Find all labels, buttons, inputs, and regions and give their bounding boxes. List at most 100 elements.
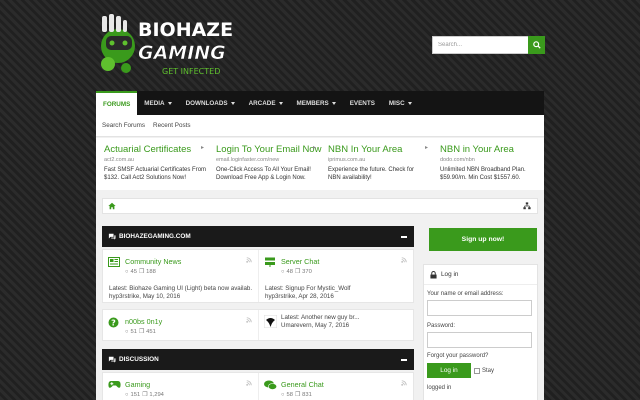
forum-gaming[interactable]: Gaming ○ 151 ❐ 1,294 [103,373,258,400]
ad-line: Fast SMSF Actuarial Certificates From [104,167,207,173]
search-input[interactable] [432,36,528,54]
latest-author[interactable]: Umarevern, May 7, 2016 [281,322,407,330]
forum-latest-panel[interactable]: Latest: Another new guy br... Umarevern, … [258,310,413,340]
nav-events[interactable]: EVENTS [343,91,382,115]
latest-title[interactable]: Latest: Biohaze Gaming UI (Light) beta n… [109,285,252,293]
nav-forums[interactable]: FORUMS [96,91,138,115]
ad-item[interactable]: Login To Your Email Now email.loginfaste… [208,138,321,190]
rss-icon[interactable] [246,317,252,323]
forum-general-chat[interactable]: General Chat ○ 58 ❐ 831 [258,373,413,400]
collapse-icon[interactable] [401,236,407,238]
forum-stats: ○ 151 ❐ 1,294 [125,392,252,398]
thread-count: 51 [130,329,137,335]
forum-noobs-only[interactable]: ? n00bs 0n1y ○ 51 ❐ 451 [103,310,258,340]
ad-item[interactable]: NBN In Your Area iprimus.com.au Experien… [320,138,432,190]
login-title: Log in [441,271,459,278]
sitemap-icon[interactable] [523,202,531,210]
category-header-discussion[interactable]: DISCUSSION [102,349,414,370]
gamepad-icon [108,381,121,388]
caret-down-icon [167,101,172,105]
ad-text: Unlimited NBN Broadband Plan. $59.90/m. M… [440,166,544,182]
nav-downloads[interactable]: DOWNLOADS [179,91,242,115]
avatar[interactable] [264,315,277,328]
forum-community-news[interactable]: Community News ○ 45 ❐ 188 Latest: Biohaze … [103,250,258,302]
ad-line: Download Free App & Login Now. [216,175,306,181]
ad-line: Unlimited NBN Broadband Plan. [440,167,526,173]
stay-logged-checkbox[interactable] [474,367,480,374]
ad-title[interactable]: Login To Your Email Now [216,144,321,155]
message-count: 831 [302,392,312,398]
stay-label: Stay [482,367,495,374]
search-button[interactable] [528,36,545,54]
chevron-right-icon[interactable]: ▸ [201,144,204,151]
comments-icon [108,356,116,363]
ad-line: $59.90/m. Min Cost $1557.60. [440,175,521,181]
messages-icon: ❐ [138,269,145,275]
ad-text: Experience the future. Check for NBN avai… [328,166,432,182]
ad-item[interactable]: NBN in Your Area dodo.com/nbn Unlimited … [432,138,544,190]
latest-title[interactable]: Latest: Signup For Mystic_Wolf [265,285,407,293]
latest-title[interactable]: Latest: Another new guy br... [281,314,407,322]
rss-icon[interactable] [401,257,407,263]
threads-icon: ○ [281,392,285,398]
latest-author[interactable]: hyp3rstrike, May 10, 2016 [109,293,252,301]
username-field[interactable] [427,300,532,316]
login-button[interactable]: Log in [427,363,471,378]
nav-label: MISC [388,99,405,107]
latest-author[interactable]: hyp3rstrike, Apr 28, 2016 [265,293,407,301]
name-label: Your name or email address: [427,291,504,297]
messages-icon: ❐ [294,269,301,275]
caret-down-icon [407,101,412,105]
ad-item[interactable]: Actuarial Certificates act2.com.au Fast … [96,138,208,190]
svg-text:?: ? [111,318,116,327]
forum-stats: ○ 51 ❐ 451 [125,329,252,335]
category-header-biohazegaming[interactable]: BIOHAZEGAMING.COM [102,226,414,247]
nav-label: EVENTS [349,99,375,107]
chevron-right-icon[interactable]: ▸ [425,144,428,151]
chevron-right-icon[interactable]: ▸ [313,144,316,151]
collapse-icon[interactable] [401,359,407,361]
rss-icon[interactable] [246,380,252,386]
rss-icon[interactable] [246,257,252,263]
search-icon [532,41,541,49]
logged-in-label: logged in [427,385,452,391]
ad-text: Fast SMSF Actuarial Certificates From $13… [104,166,208,182]
subnav-recent-posts[interactable]: Recent Posts [153,122,190,129]
ad-title[interactable]: NBN In Your Area [328,144,432,155]
forum-title[interactable]: General Chat [281,380,407,389]
nav-arcade[interactable]: ARCADE [242,91,290,115]
nav-media[interactable]: MEDIA [137,91,178,115]
signup-button[interactable]: Sign up now! [429,228,537,251]
forgot-password-link[interactable]: Forgot your password? [427,353,537,359]
password-field[interactable] [427,332,532,348]
latest-post[interactable]: Latest: Another new guy br... Umarevern, … [281,314,407,330]
main-nav: FORUMS MEDIA DOWNLOADS ARCADE MEMBERS EV… [96,91,544,115]
rss-icon[interactable] [401,380,407,386]
nav-members[interactable]: MEMBERS [290,91,343,115]
thread-count: 151 [130,392,141,398]
logo-tagline: GET INFECTED [162,67,220,76]
thread-count: 48 [286,269,293,275]
category-title: BIOHAZEGAMING.COM [119,233,191,240]
forum-title[interactable]: Community News [125,257,252,266]
nav-misc[interactable]: MISC [382,91,419,115]
home-icon[interactable] [108,202,116,210]
subnav-search-forums[interactable]: Search Forums [102,122,145,129]
ad-title[interactable]: Actuarial Certificates [104,144,208,155]
caret-down-icon [278,101,283,105]
ad-title[interactable]: NBN in Your Area [440,144,544,155]
nav-label: MEDIA [144,99,165,107]
threads-icon: ○ [281,269,285,275]
latest-post[interactable]: Latest: Signup For Mystic_Wolf hyp3rstrik… [265,285,407,301]
site-logo[interactable]: BIOHAZE GAMING GET INFECTED [96,12,236,82]
forum-row: ? n00bs 0n1y ○ 51 ❐ 451 Latest: Another ne… [102,309,414,341]
nav-label: ARCADE [248,99,276,107]
forum-title[interactable]: Server Chat [281,257,407,266]
forum-title[interactable]: Gaming [125,380,252,389]
forum-server-chat[interactable]: Server Chat ○ 48 ❐ 370 Latest: Signup For … [258,250,413,302]
thread-count: 45 [130,269,137,275]
forum-title[interactable]: n00bs 0n1y [125,317,252,326]
question-icon: ? [108,317,119,328]
latest-post[interactable]: Latest: Biohaze Gaming UI (Light) beta n… [109,285,252,301]
newspaper-icon [108,257,120,267]
